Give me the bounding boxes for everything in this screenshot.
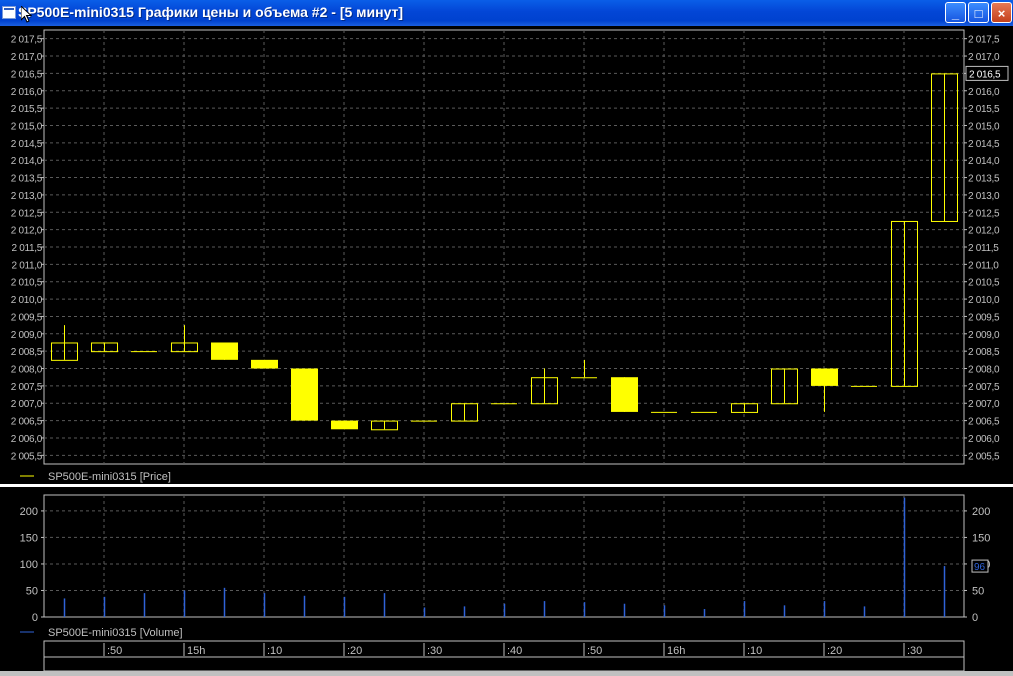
price-tick-label-right: 2 006,0	[968, 434, 1000, 445]
price-tick-label-right: 2 013,0	[968, 191, 1000, 202]
price-last-value: 2 016,5	[965, 65, 1009, 81]
price-tick-label-left: 2 007,0	[11, 399, 43, 410]
price-axis-left: 2 005,5 2 006,0 2 006,5 2 007,0 2 007,5 2 008…	[11, 35, 44, 462]
price-tick-label-right: 2 014,0	[968, 156, 1000, 167]
volume-last-value-label: 96	[974, 562, 986, 573]
chart-area[interactable]: 2 005,5 2 006,0 2 006,5 2 007,0 2 007,5 2 008…	[0, 26, 1013, 671]
price-tick-label-left: 2 006,5	[11, 417, 43, 428]
price-tick-label-left: 2 011,5	[11, 243, 42, 254]
price-last-value-label: 2 016,5	[969, 69, 1001, 80]
price-tick-label-left: 2 014,5	[11, 139, 43, 150]
volume-panel[interactable]: 0 50 100 150 200 0 50 100 150 200 96 SP500E-mini…	[20, 494, 991, 639]
price-tick-label-right: 2 009,5	[968, 312, 1000, 323]
price-tick-label-left: 2 006,0	[11, 434, 43, 445]
volume-tick-label-right: 150	[972, 532, 990, 544]
price-legend: SP500E-mini0315 [Price]	[48, 471, 171, 483]
price-tick-label-left: 2 017,5	[11, 35, 43, 46]
price-tick-label-right: 2 017,5	[968, 35, 1000, 46]
price-tick-label-right: 2 007,0	[968, 399, 1000, 410]
price-tick-label-right: 2 010,0	[968, 295, 1000, 306]
window-titlebar: SP500E-mini0315 Графики цены и объема #2…	[0, 0, 1013, 26]
price-tick-label-left: 2 013,0	[11, 191, 43, 202]
volume-tick-label-left: 50	[26, 585, 38, 597]
time-tick-label: :20	[347, 645, 362, 657]
price-tick-label-right: 2 011,0	[968, 260, 999, 271]
volume-tick-label-right: 50	[972, 585, 984, 597]
candle-body-down	[811, 368, 838, 386]
price-tick-label-right: 2 009,0	[968, 330, 1000, 341]
price-grid	[44, 30, 964, 464]
time-tick-label: :10	[267, 645, 282, 657]
price-tick-label-left: 2 009,5	[11, 312, 43, 323]
volume-last-value: 96	[971, 559, 989, 573]
time-axis[interactable]: :50 15h :10 :20 :30 :40 :50 16h :10 :20 :30	[43, 640, 965, 671]
price-tick-label-right: 2 007,5	[968, 382, 1000, 393]
price-tick-label-left: 2 015,0	[11, 121, 43, 132]
close-button[interactable]: ×	[991, 2, 1012, 23]
volume-axis-left: 0 50 100 150 200	[20, 506, 44, 624]
volume-tick-label-left: 100	[20, 559, 38, 571]
panel-separator[interactable]	[0, 484, 1013, 487]
candle-body-down	[251, 359, 278, 369]
minimize-button[interactable]: _	[945, 2, 966, 23]
price-tick-label-left: 2 005,5	[11, 451, 43, 462]
price-tick-label-left: 2 008,5	[11, 347, 43, 358]
price-tick-label-left: 2 013,5	[11, 174, 43, 185]
price-tick-label-left: 2 008,0	[11, 365, 43, 376]
time-tick-label: :30	[427, 645, 442, 657]
price-tick-label-left: 2 010,5	[11, 278, 43, 289]
volume-tick-label-right: 0	[972, 612, 978, 624]
volume-tick-label-left: 150	[20, 532, 38, 544]
volume-tick-label-left: 0	[32, 612, 38, 624]
candle-body-down	[611, 377, 638, 412]
price-tick-label-right: 2 012,0	[968, 226, 1000, 237]
price-tick-label-right: 2 015,0	[968, 121, 1000, 132]
price-tick-label-left: 2 007,5	[11, 382, 43, 393]
price-tick-label-right: 2 017,0	[968, 52, 1000, 63]
price-tick-label-right: 2 012,5	[968, 208, 1000, 219]
time-tick-label: :10	[747, 645, 762, 657]
mouse-pointer-icon	[21, 6, 33, 23]
price-tick-label-right: 2 011,5	[968, 243, 999, 254]
price-tick-label-left: 2 015,5	[11, 104, 43, 115]
price-tick-label-right: 2 008,5	[968, 347, 1000, 358]
volume-tick-label-left: 200	[20, 506, 38, 518]
volume-legend: SP500E-mini0315 [Volume]	[48, 627, 183, 639]
price-tick-label-right: 2 013,5	[968, 174, 1000, 185]
volume-tick-label-right: 200	[972, 506, 990, 518]
window-bottom-frame	[0, 671, 1013, 676]
price-tick-label-left: 2 016,5	[11, 69, 43, 80]
price-tick-label-left: 2 016,0	[11, 87, 43, 98]
price-tick-label-left: 2 009,0	[11, 330, 43, 341]
price-tick-label-right: 2 010,5	[968, 278, 1000, 289]
price-tick-label-left: 2 012,0	[11, 226, 43, 237]
time-tick-label: :30	[907, 645, 922, 657]
price-tick-label-right: 2 006,5	[968, 417, 1000, 428]
price-tick-label-right: 2 014,5	[968, 139, 1000, 150]
time-tick-label: :50	[587, 645, 602, 657]
price-tick-label-left: 2 012,5	[11, 208, 43, 219]
price-tick-label-left: 2 017,0	[11, 52, 43, 63]
maximize-button[interactable]: □	[968, 2, 989, 23]
candle-body-down	[331, 420, 358, 430]
candle-body-down	[211, 342, 238, 360]
volume-grid	[44, 495, 964, 617]
time-tick-label: :40	[507, 645, 522, 657]
price-tick-label-right: 2 005,5	[968, 451, 1000, 462]
price-tick-label-right: 2 015,5	[968, 104, 1000, 115]
time-tick-label: 16h	[667, 645, 685, 657]
app-icon[interactable]	[2, 6, 16, 19]
price-tick-label-left: 2 014,0	[11, 156, 43, 167]
price-tick-label-left: 2 010,0	[11, 295, 43, 306]
time-tick-label: :50	[107, 645, 122, 657]
price-tick-label-right: 2 016,0	[968, 87, 1000, 98]
candle-body-down	[291, 368, 318, 421]
time-tick-label: :20	[827, 645, 842, 657]
price-tick-label-left: 2 011,0	[11, 260, 42, 271]
window-title: SP500E-mini0315 Графики цены и объема #2…	[18, 4, 404, 20]
price-panel[interactable]: 2 005,5 2 006,0 2 006,5 2 007,0 2 007,5 2 008…	[11, 29, 1009, 483]
price-axis-right: 2 005,5 2 006,0 2 006,5 2 007,0 2 007,5 2 008…	[964, 35, 1000, 462]
time-tick-label: 15h	[187, 645, 205, 657]
price-tick-label-right: 2 008,0	[968, 365, 1000, 376]
